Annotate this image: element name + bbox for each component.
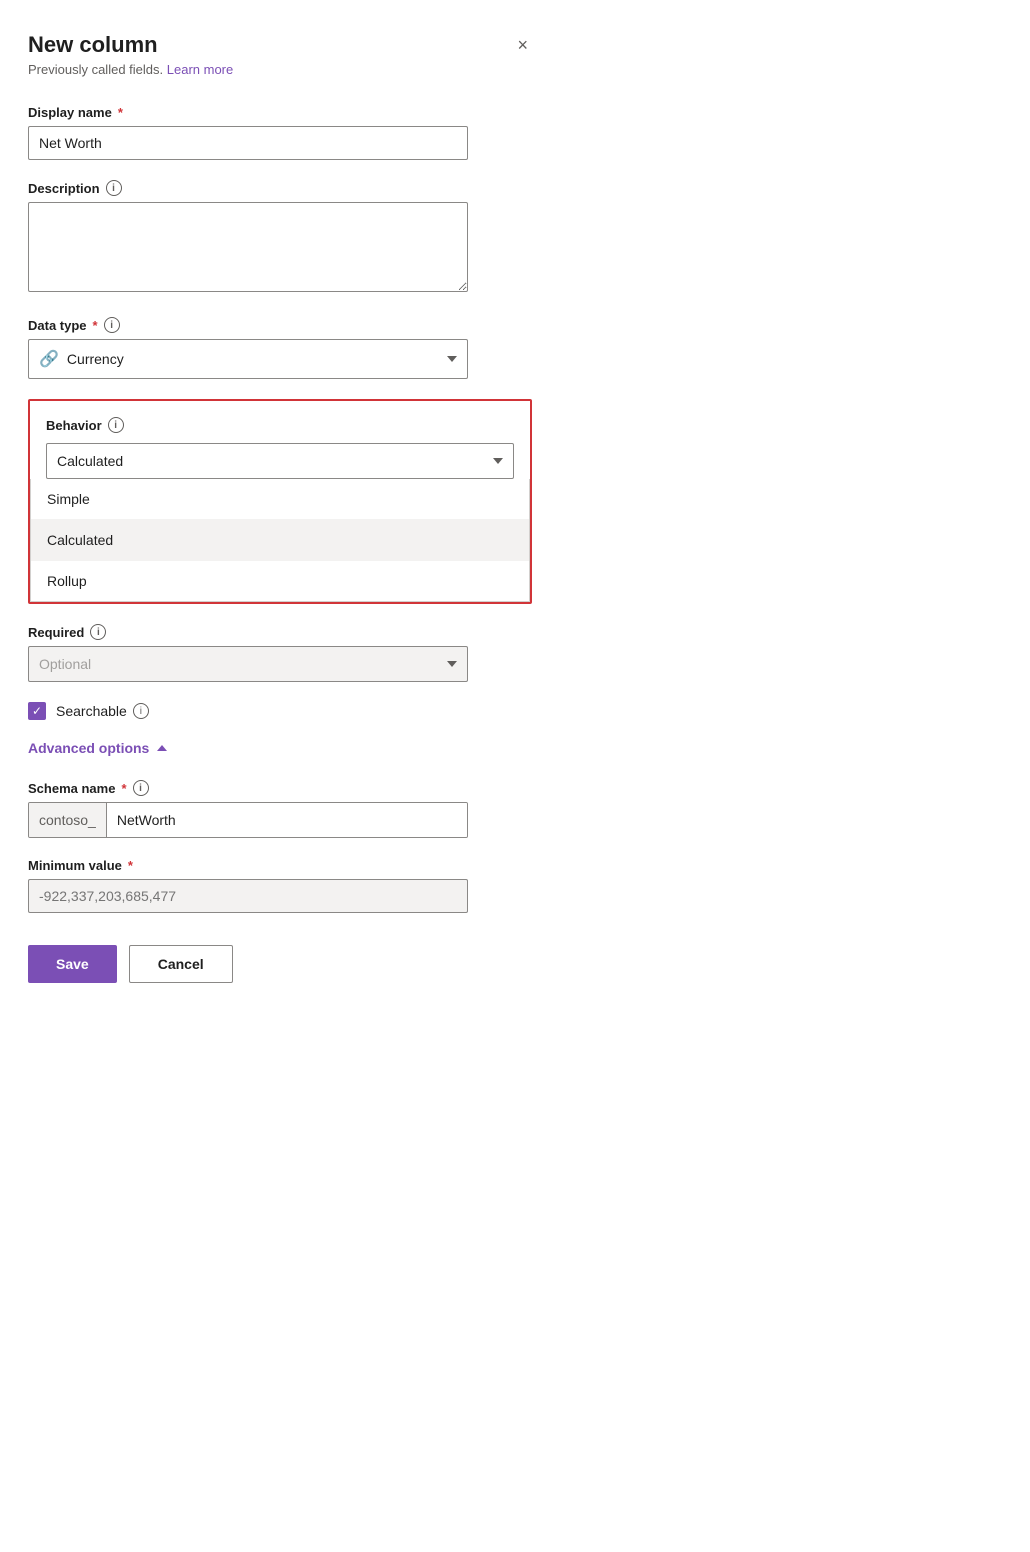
button-row: Save Cancel <box>28 945 532 983</box>
searchable-row: ✓ Searchable i <box>28 702 532 720</box>
schema-info-icon[interactable]: i <box>133 780 149 796</box>
learn-more-link[interactable]: Learn more <box>167 62 233 77</box>
behavior-info-icon[interactable]: i <box>108 417 124 433</box>
subtitle: Previously called fields. Learn more <box>28 62 532 77</box>
data-type-chevron-icon <box>447 356 457 362</box>
schema-name-label: Schema name * i <box>28 780 532 796</box>
required-group: Required i Optional <box>28 624 532 682</box>
searchable-label: Searchable i <box>56 703 149 719</box>
data-type-required-star: * <box>93 318 98 333</box>
data-type-label: Data type * i <box>28 317 532 333</box>
required-select[interactable]: Optional <box>28 646 468 682</box>
description-group: Description i <box>28 180 532 297</box>
minimum-value-input[interactable] <box>28 879 468 913</box>
behavior-select[interactable]: Calculated <box>46 443 514 479</box>
display-name-group: Display name * <box>28 105 532 160</box>
required-label: Required i <box>28 624 532 640</box>
panel-header: New column × <box>28 32 532 58</box>
behavior-chevron-icon <box>493 458 503 464</box>
behavior-dropdown: Simple Calculated Rollup <box>30 479 530 602</box>
required-info-icon[interactable]: i <box>90 624 106 640</box>
schema-input-row: contoso_ <box>28 802 468 838</box>
minimum-value-label: Minimum value * <box>28 858 532 873</box>
schema-suffix-input[interactable] <box>107 803 467 837</box>
description-input[interactable] <box>28 202 468 292</box>
behavior-section: Behavior i Calculated Simple Calculated … <box>28 399 532 604</box>
checkmark-icon: ✓ <box>32 705 42 717</box>
description-label: Description i <box>28 180 532 196</box>
behavior-label: Behavior i <box>46 417 514 433</box>
minimum-value-group: Minimum value * <box>28 858 532 913</box>
min-value-required-star: * <box>128 858 133 873</box>
behavior-option-simple[interactable]: Simple <box>31 479 529 520</box>
display-name-input[interactable] <box>28 126 468 160</box>
data-type-select[interactable]: 🔗 Currency <box>28 339 468 379</box>
searchable-checkbox[interactable]: ✓ <box>28 702 46 720</box>
description-info-icon[interactable]: i <box>106 180 122 196</box>
searchable-info-icon[interactable]: i <box>133 703 149 719</box>
currency-icon: 🔗 <box>39 349 59 369</box>
cancel-button[interactable]: Cancel <box>129 945 233 983</box>
panel-title: New column <box>28 32 158 58</box>
new-column-panel: New column × Previously called fields. L… <box>0 0 560 1023</box>
required-chevron-icon <box>447 661 457 667</box>
close-button[interactable]: × <box>513 32 532 58</box>
advanced-options-toggle[interactable]: Advanced options <box>28 740 167 756</box>
behavior-option-calculated[interactable]: Calculated <box>31 520 529 561</box>
data-type-group: Data type * i 🔗 Currency <box>28 317 532 379</box>
schema-name-group: Schema name * i contoso_ <box>28 780 532 838</box>
advanced-options-chevron-icon <box>157 745 167 751</box>
display-name-label: Display name * <box>28 105 532 120</box>
save-button[interactable]: Save <box>28 945 117 983</box>
required-star: * <box>118 105 123 120</box>
behavior-option-rollup[interactable]: Rollup <box>31 561 529 601</box>
schema-prefix: contoso_ <box>29 803 107 837</box>
schema-required-star: * <box>121 781 126 796</box>
data-type-info-icon[interactable]: i <box>104 317 120 333</box>
